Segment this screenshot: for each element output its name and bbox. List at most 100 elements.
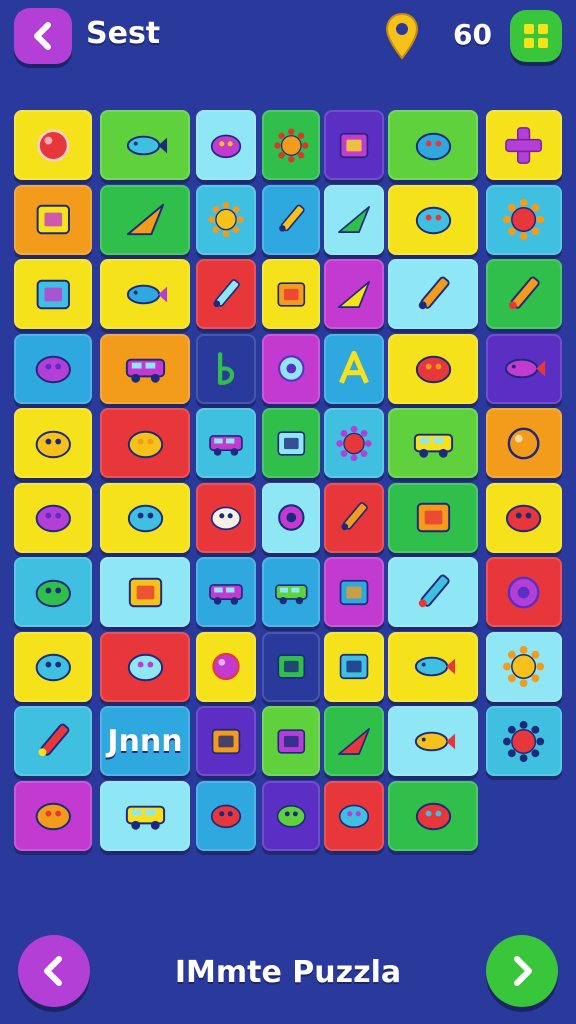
puzzle-tile[interactable]	[100, 557, 190, 627]
puzzle-tile[interactable]	[388, 482, 478, 553]
puzzle-tile[interactable]	[262, 259, 320, 329]
puzzle-tile[interactable]	[324, 706, 384, 776]
virus-icon	[336, 425, 372, 461]
puzzle-tile[interactable]	[388, 408, 478, 478]
puzzle-tile[interactable]	[196, 706, 256, 776]
puzzle-tile[interactable]	[100, 631, 190, 702]
puzzle-tile[interactable]	[14, 184, 92, 255]
puzzle-tile[interactable]	[324, 780, 384, 851]
puzzle-tile[interactable]	[100, 482, 190, 553]
truck-icon	[413, 433, 453, 458]
puzzle-tile[interactable]	[388, 557, 478, 627]
puzzle-tile[interactable]	[388, 110, 478, 180]
photo-icon	[339, 579, 369, 605]
score-value: 60	[453, 18, 492, 51]
cup-icon	[277, 281, 305, 307]
puzzle-tile[interactable]	[100, 780, 190, 851]
puzzle-tile[interactable]	[100, 333, 190, 404]
puzzle-tile[interactable]	[14, 110, 92, 180]
location-pin-icon	[385, 12, 419, 60]
puzzle-tile[interactable]	[486, 333, 562, 404]
puzzle-tile[interactable]	[14, 557, 92, 627]
puzzle-tile[interactable]	[196, 333, 256, 404]
puzzle-tile[interactable]	[262, 557, 320, 627]
puzzle-tile[interactable]	[324, 408, 384, 478]
triangle-ruler-icon	[126, 203, 164, 236]
red-ball-icon	[37, 129, 69, 161]
puzzle-tile[interactable]	[100, 110, 190, 180]
puzzle-tile[interactable]	[14, 706, 92, 776]
puzzle-tile[interactable]	[14, 259, 92, 329]
monster-icon	[503, 720, 545, 762]
burger-icon	[210, 134, 242, 158]
puzzle-tile[interactable]	[262, 706, 320, 776]
puzzle-tile[interactable]	[324, 482, 384, 553]
puzzle-tile[interactable]	[100, 408, 190, 478]
puzzle-tile[interactable]	[262, 631, 320, 702]
wagon-icon	[274, 583, 308, 604]
puzzle-tile[interactable]	[486, 482, 562, 553]
puzzle-tile[interactable]	[14, 333, 92, 404]
puzzle-tile[interactable]	[262, 333, 320, 404]
chevron-left-icon	[44, 956, 62, 986]
phone-icon	[277, 430, 305, 456]
puzzle-tile[interactable]	[262, 110, 320, 180]
next-button[interactable]	[486, 935, 558, 1007]
puzzle-tile[interactable]	[486, 110, 562, 180]
puzzle-tile[interactable]	[262, 184, 320, 255]
puzzle-tile[interactable]	[388, 184, 478, 255]
back-button[interactable]	[14, 8, 72, 64]
puzzle-tile[interactable]	[388, 259, 478, 329]
puzzle-tile[interactable]	[388, 706, 478, 776]
orange-icon	[508, 427, 540, 459]
puzzle-tile[interactable]	[196, 259, 256, 329]
puzzle-tile[interactable]	[486, 408, 562, 478]
puzzle-tile[interactable]	[324, 333, 384, 404]
puzzle-tile[interactable]	[262, 482, 320, 553]
puzzle-tile[interactable]	[486, 184, 562, 255]
puzzle-tile[interactable]	[14, 780, 92, 851]
puzzle-tile[interactable]	[196, 184, 256, 255]
puzzle-tile[interactable]	[388, 333, 478, 404]
ball-icon	[212, 652, 240, 681]
puzzle-tile[interactable]	[14, 631, 92, 702]
puzzle-tile[interactable]	[100, 259, 190, 329]
puzzle-tile[interactable]	[196, 408, 256, 478]
puzzle-tile[interactable]	[262, 780, 320, 851]
puzzle-tile[interactable]	[196, 631, 256, 702]
puzzle-tile[interactable]	[196, 780, 256, 851]
puzzle-tile[interactable]	[196, 557, 256, 627]
puzzle-tile[interactable]	[196, 482, 256, 553]
puzzle-grid: Jnnn	[14, 110, 562, 870]
top-bar: Sest 60	[0, 0, 576, 80]
turtle-icon	[35, 579, 71, 607]
puzzle-tile[interactable]	[14, 408, 92, 478]
van-icon	[209, 434, 243, 456]
banana-icon	[35, 430, 71, 458]
puzzle-tile[interactable]	[100, 184, 190, 255]
puzzle-tile[interactable]	[14, 482, 92, 553]
bus-icon	[209, 583, 243, 605]
puzzle-tile[interactable]	[324, 557, 384, 627]
letter-b-icon	[218, 352, 235, 385]
puzzle-tile[interactable]	[196, 110, 256, 180]
puzzle-tile[interactable]	[262, 408, 320, 478]
fish-red-icon	[414, 656, 455, 677]
puzzle-tile[interactable]	[388, 780, 478, 851]
paper-plane-icon	[338, 280, 370, 308]
puzzle-tile[interactable]	[388, 631, 478, 702]
whistle-icon	[127, 504, 163, 533]
puzzle-tile[interactable]	[486, 557, 562, 627]
puzzle-tile[interactable]	[324, 184, 384, 255]
bottom-bar: IMmte Puzzla	[0, 925, 576, 1024]
magnifier-icon	[277, 504, 305, 531]
puzzle-tile[interactable]	[324, 259, 384, 329]
puzzle-tile[interactable]: Jnnn	[100, 706, 190, 776]
puzzle-tile[interactable]	[324, 110, 384, 180]
puzzle-tile[interactable]	[486, 259, 562, 329]
puzzle-tile[interactable]	[486, 631, 562, 702]
previous-button[interactable]	[18, 935, 90, 1007]
puzzle-tile[interactable]	[324, 631, 384, 702]
puzzle-tile[interactable]	[486, 706, 562, 776]
grid-menu-button[interactable]	[510, 10, 562, 62]
